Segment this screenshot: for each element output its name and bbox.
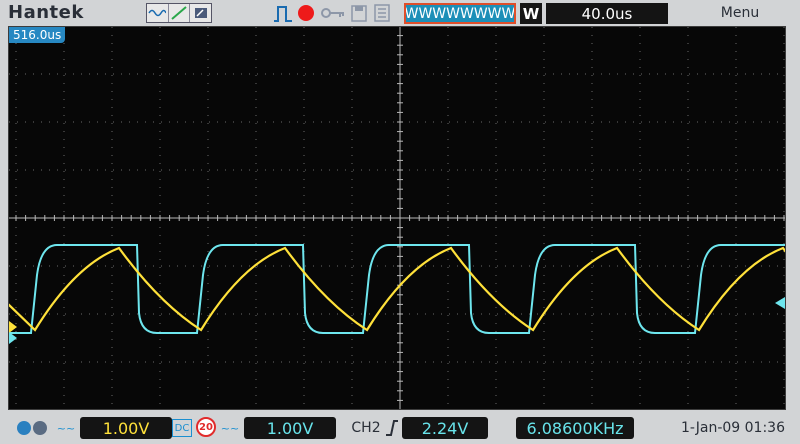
trigger-source[interactable]: CH2: [350, 417, 400, 439]
run-stop-icon[interactable]: [272, 3, 294, 23]
bandwidth-limit-badge[interactable]: 20: [196, 417, 216, 437]
ch2-probe-icon[interactable]: ~~: [220, 417, 240, 439]
key-icon[interactable]: [320, 3, 346, 23]
save-icon[interactable]: [350, 3, 368, 23]
trigger-source-label: CH2: [351, 420, 381, 436]
waveform-icon[interactable]: [147, 4, 169, 22]
ch1-coupling-icon[interactable]: ~~: [56, 417, 76, 439]
waveform-indicator-label: WWWWWWWW: [404, 5, 516, 22]
trigger-level-marker: [775, 297, 785, 309]
usb-icon[interactable]: [372, 3, 392, 23]
ramp-icon[interactable]: [169, 4, 191, 22]
ch2-coupling-icon[interactable]: DC: [172, 419, 192, 437]
brand-logo: Hantek: [8, 2, 84, 23]
frequency-readout: 6.08600KHz: [516, 417, 634, 439]
ch1-volts-div[interactable]: 1.00V: [80, 417, 172, 439]
trigger-level[interactable]: 2.24V: [402, 417, 488, 439]
ch1-probe-icon: [17, 421, 47, 435]
menu-button[interactable]: Menu: [700, 5, 780, 21]
ch1-waveform: [9, 246, 785, 332]
wave-tool-group[interactable]: [146, 3, 212, 23]
bottom-status-bar: ~~ 1.00V DC 20 ~~ 1.00V CH2 2.24V 6.0860…: [0, 412, 800, 444]
waveform-indicator[interactable]: WWWWWWWW: [404, 3, 516, 24]
record-icon[interactable]: [298, 5, 314, 21]
ch2-volts-div[interactable]: 1.00V: [244, 417, 336, 439]
cursor-icon[interactable]: [190, 4, 211, 22]
channel-icons: [14, 417, 50, 439]
scope-display: 516.0us: [8, 26, 786, 410]
waveform-plot: [9, 27, 785, 409]
timebase-readout[interactable]: 40.0us: [546, 3, 668, 24]
rising-edge-icon: [385, 420, 398, 436]
top-toolbar: Hantek WWWWWWWW W 40.0us Menu: [0, 0, 800, 28]
date-time: 1-Jan-09 01:36: [681, 420, 785, 436]
trigger-time-badge: 516.0us: [9, 27, 66, 43]
acquire-mode[interactable]: W: [520, 3, 542, 24]
